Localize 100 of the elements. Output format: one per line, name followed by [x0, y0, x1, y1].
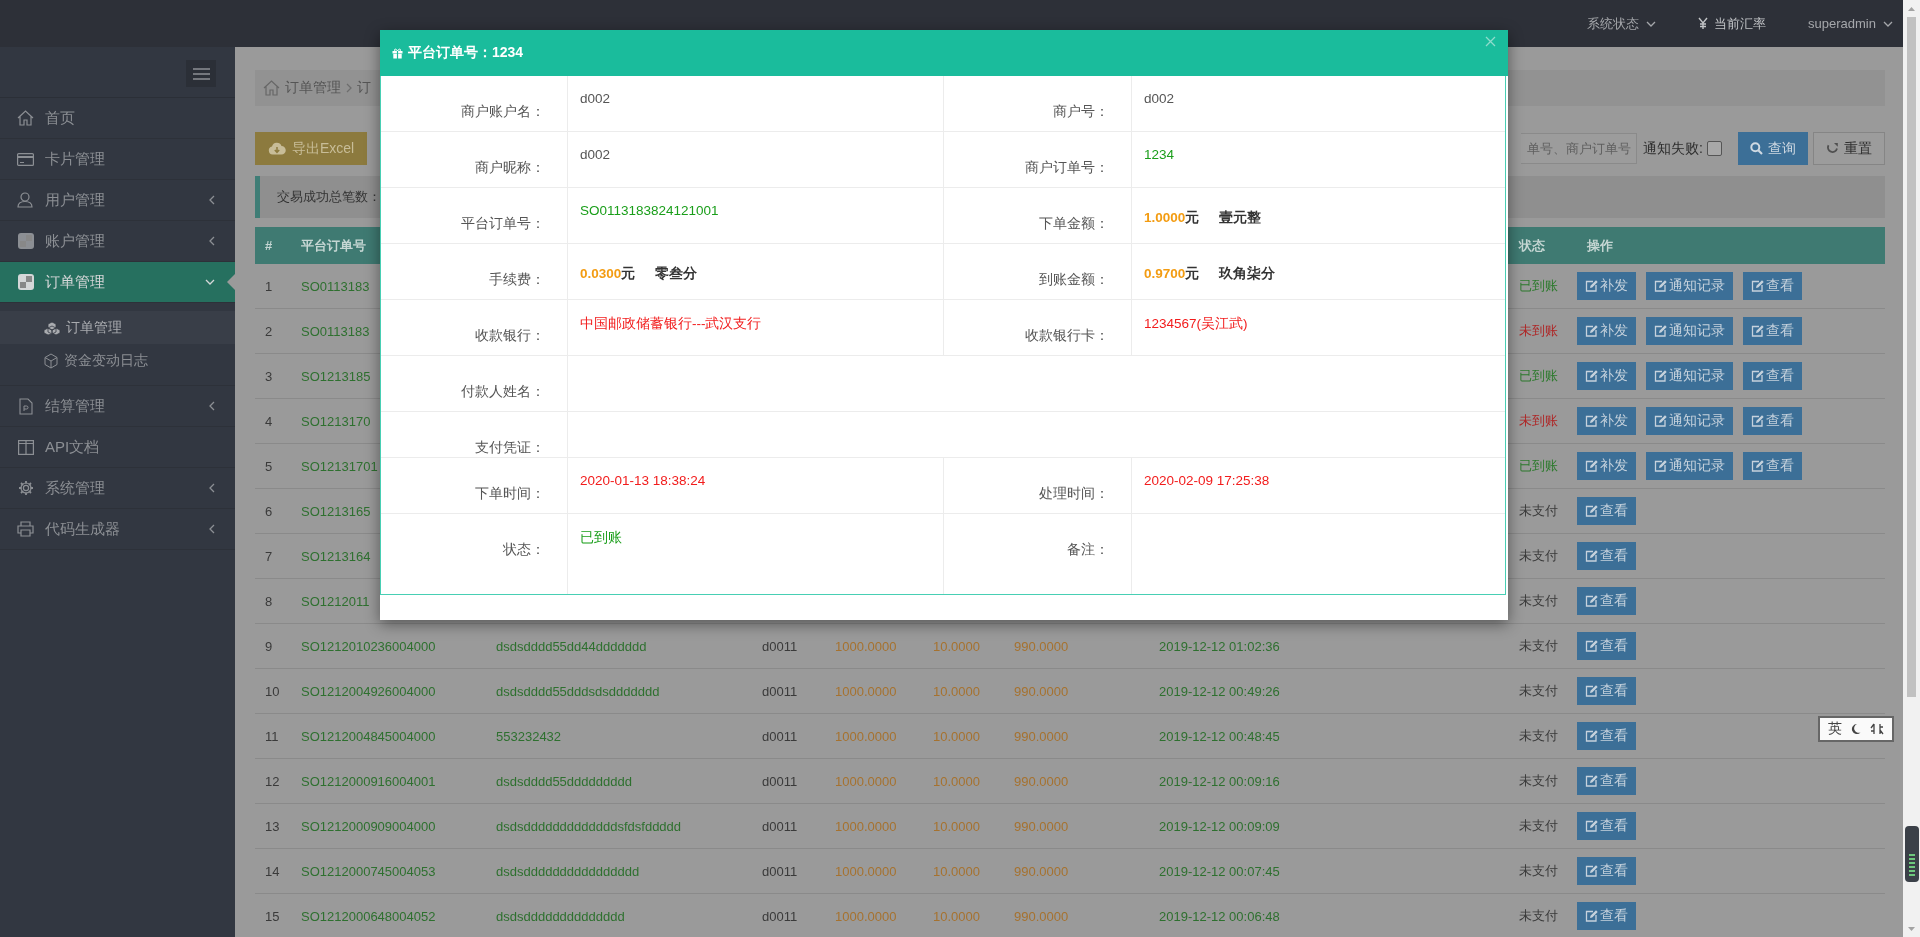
edit-icon — [1751, 460, 1764, 472]
field-label: 下单时间： — [381, 458, 568, 513]
search-field[interactable]: 单号、商户订单号 — [1521, 133, 1638, 164]
edit-icon — [1585, 820, 1598, 832]
status-text: 未支付 — [1518, 817, 1558, 835]
edit-icon — [1585, 550, 1598, 562]
input-mode-label[interactable]: 英 — [1828, 720, 1842, 738]
table-cell-text: 2019-12-12 00:09:16 — [1158, 773, 1280, 789]
action-button[interactable]: 补发 — [1577, 272, 1636, 300]
action-button[interactable]: 查看 — [1577, 542, 1636, 570]
field-label: 支付凭证： — [381, 412, 568, 457]
action-button[interactable]: 查看 — [1577, 857, 1636, 885]
status-text: 未支付 — [1518, 727, 1558, 745]
status-text: 未支付 — [1518, 502, 1558, 520]
field-label: 备注： — [944, 514, 1132, 594]
column-header: 状态 — [1517, 236, 1545, 255]
action-button[interactable]: 查看 — [1743, 317, 1802, 345]
status-text: 未支付 — [1518, 772, 1558, 790]
cubes-icon — [43, 320, 61, 335]
action-button[interactable]: 查看 — [1743, 272, 1802, 300]
action-button[interactable]: 查看 — [1577, 902, 1636, 930]
order-number: SO1213164 — [300, 548, 371, 564]
amount-value: 0.9700元 — [1144, 265, 1200, 283]
sidebar-toggle-button[interactable] — [186, 60, 216, 87]
table-cell-text: 10.0000 — [932, 818, 980, 834]
order-number: SO12131701 — [300, 458, 378, 474]
submenu-item[interactable]: 资金变动日志 — [0, 344, 235, 377]
table-cell-text: 10.0000 — [932, 863, 980, 879]
table-cell-text: dsdsdddd55dddsdsddddddd — [495, 683, 660, 699]
table-cell-text: dsdsdddddddddddddd — [495, 908, 625, 924]
dropdown-menu[interactable]: 系统状态 — [1587, 14, 1657, 33]
table-cell-text: d0011 — [761, 728, 798, 744]
table-cell-text: 2019-12-12 01:02:36 — [1158, 638, 1280, 654]
action-button[interactable]: 查看 — [1577, 632, 1636, 660]
checkbox-label: 通知失败: — [1643, 139, 1703, 158]
close-button[interactable] — [1485, 36, 1496, 47]
scrollbar-thumb[interactable] — [1907, 17, 1916, 697]
table-cell-text: 11 — [264, 728, 279, 744]
table-cell-text: 1000.0000 — [834, 863, 897, 879]
breadcrumb-link[interactable]: 订 — [357, 79, 371, 97]
action-button[interactable]: 补发 — [1577, 407, 1636, 435]
dropdown-menu[interactable]: superadmin — [1808, 16, 1893, 31]
action-button[interactable]: 查看 — [1577, 587, 1636, 615]
field-label: 下单金额： — [944, 188, 1132, 243]
printer-icon — [17, 521, 34, 537]
column-header: # — [264, 238, 273, 253]
edit-icon — [1585, 505, 1598, 517]
field-value: 1234 — [1143, 146, 1176, 164]
table-cell-text: 1000.0000 — [834, 908, 897, 924]
edit-icon — [1585, 415, 1598, 427]
action-button[interactable]: 通知记录 — [1646, 362, 1733, 390]
action-button[interactable]: 查看 — [1743, 362, 1802, 390]
table-cell-text: d0011 — [761, 863, 798, 879]
column-header: 平台订单号 — [300, 236, 366, 255]
order-number: SO1213185 — [300, 368, 371, 384]
status-text: 未支付 — [1518, 682, 1558, 700]
sidebar-item[interactable]: 订单管理 — [0, 262, 235, 303]
action-button[interactable]: 查看 — [1577, 767, 1636, 795]
table-cell-text: 1000.0000 — [834, 773, 897, 789]
reset-button[interactable]: 重置 — [1813, 132, 1885, 165]
exchange-rate-link[interactable]: 当前汇率 — [1698, 14, 1767, 33]
home-icon — [263, 80, 280, 96]
action-button[interactable]: 查看 — [1743, 407, 1802, 435]
action-button[interactable]: 查看 — [1577, 812, 1636, 840]
order-number: SO1213170 — [300, 413, 371, 429]
table-cell-text: 1000.0000 — [834, 638, 897, 654]
sidebar-item[interactable]: 代码生成器 — [0, 509, 235, 550]
action-button[interactable]: 通知记录 — [1646, 317, 1733, 345]
status-text: 已到账 — [1518, 277, 1558, 295]
edit-icon — [1654, 415, 1667, 427]
table-cell-text: 1000.0000 — [834, 818, 897, 834]
action-button[interactable]: 通知记录 — [1646, 272, 1733, 300]
action-button[interactable]: 补发 — [1577, 452, 1636, 480]
cube-icon — [43, 352, 59, 369]
field-label: 商户昵称： — [381, 132, 568, 187]
export-excel-button[interactable]: 导出Excel — [255, 132, 368, 165]
chevron-down-icon — [1883, 20, 1893, 27]
edit-icon — [1751, 280, 1764, 292]
action-button[interactable]: 查看 — [1743, 452, 1802, 480]
status-text: 未支付 — [1518, 547, 1558, 565]
action-button[interactable]: 查看 — [1577, 497, 1636, 525]
action-button[interactable]: 通知记录 — [1646, 452, 1733, 480]
search-button[interactable]: 查询 — [1738, 132, 1808, 165]
action-button[interactable]: 查看 — [1577, 722, 1636, 750]
order-number: SO1212000916004001 — [300, 773, 436, 789]
table-cell-text: 990.0000 — [1013, 638, 1069, 654]
action-button[interactable]: 补发 — [1577, 317, 1636, 345]
notify-failed-checkbox[interactable] — [1707, 141, 1722, 156]
table-cell-text: dsdsdddddddddddddddd — [495, 863, 640, 879]
moon-icon — [1850, 723, 1862, 735]
action-button[interactable]: 查看 — [1577, 677, 1636, 705]
table-cell-text: 5 — [264, 458, 273, 474]
action-button[interactable]: 通知记录 — [1646, 407, 1733, 435]
action-button[interactable]: 补发 — [1577, 362, 1636, 390]
status-text: 未支付 — [1518, 862, 1558, 880]
field-label: 商户账户名： — [381, 76, 568, 131]
checkered-square-icon — [17, 233, 34, 249]
order-number: SO1213165 — [300, 503, 371, 519]
table-cell-text: dsdsdddd55ddddddddd — [495, 773, 632, 789]
order-number: SO1212000745004053 — [300, 863, 436, 879]
